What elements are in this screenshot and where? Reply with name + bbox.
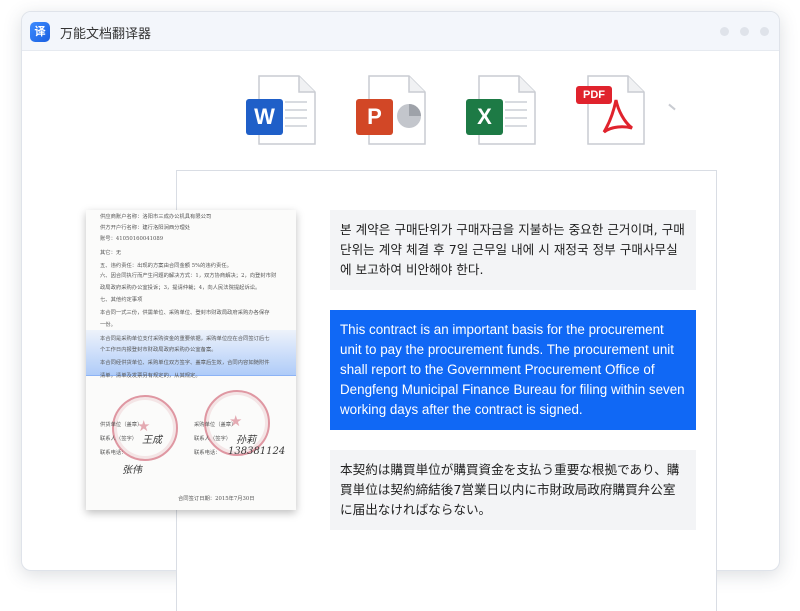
scan-line: 联系人（签字） <box>194 436 232 442</box>
close-button[interactable] <box>760 27 769 36</box>
scan-line: 个工作日内报登封市财政局政府采购办公室备案。 <box>100 347 217 353</box>
scan-line: 供应商账户名称：洛阳市三成办公机具有限公司 <box>100 214 212 220</box>
english-translation-block[interactable]: This contract is an important basis for … <box>330 310 696 430</box>
word-file-icon: W <box>245 66 321 146</box>
pdf-badge: PDF <box>576 86 612 104</box>
scan-line: 本合同一式三份，供需单位、采购单位、登封市财政局政府采购办各保存 <box>100 310 270 316</box>
contract-date: 合同签订日期：2015年7月30日 <box>178 496 255 502</box>
handwritten-signature: 138381124 <box>228 446 286 457</box>
korean-translation-block[interactable]: 본 계약은 구매단위가 구매자금을 지불하는 중요한 근거이며, 구매단위는 계… <box>330 210 696 290</box>
scan-line: 七、其他约定事项 <box>100 297 143 303</box>
app-title: 万能文档翻译器 <box>60 27 152 42</box>
scan-line: 联系电话： <box>100 450 127 456</box>
japanese-translation-block[interactable]: 本契約は購買単位が購買資金を支払う重要な根拠であり、購買単位は契約締結後7営業日… <box>330 450 696 530</box>
handwritten-signature: 孙莉 <box>236 435 256 446</box>
scan-line: 本合同是采购单位支付采购资金的重要依据，采购单位应在合同签订后七 <box>100 336 270 342</box>
scan-line: 采购单位（盖章） <box>194 422 237 428</box>
scan-line: 联系电话： <box>194 450 221 456</box>
word-badge: W <box>246 99 283 135</box>
scan-line: 供货单位（盖章） <box>100 422 143 428</box>
scan-line: 五、违约责任：出现的方案由合同金额 5%的违约责任。 <box>100 263 232 269</box>
scan-line: 供方开户行名称：建行洛阳涧西分理处 <box>100 225 191 231</box>
scan-line: 联系人（签字） <box>100 436 138 442</box>
handwritten-signature: 王成 <box>142 435 162 446</box>
minimize-button[interactable] <box>720 27 729 36</box>
title-bar: 译 万能文档翻译器 <box>22 12 779 51</box>
scan-line: 本合同经供货单位、采购单位双方签字、盖章后生效，合同内容如随附件 <box>100 360 270 366</box>
scanned-document: 供应商账户名称：洛阳市三成办公机具有限公司 供方开户行名称：建行洛阳涧西分理处 … <box>86 210 296 510</box>
scan-line: 政局政府采购办公室投诉；3，提请仲裁；4，向人民法院提起诉讼。 <box>100 285 261 291</box>
maximize-button[interactable] <box>740 27 749 36</box>
scan-line: 清单，清单及发票另有规定的，从其规定。 <box>100 373 201 379</box>
pdf-file-icon: PDF <box>574 66 650 146</box>
ppt-file-icon: P <box>355 66 431 146</box>
scan-line: 一份。 <box>100 322 116 328</box>
app-logo-icon: 译 <box>30 22 50 42</box>
scan-line: 账号：41050160041089 <box>100 236 164 242</box>
scan-line: 其它：无 <box>100 250 122 256</box>
scan-line: 六、因合同执行而产生问题的解决方式：1，双方协商解决；2，向登封市财 <box>100 273 277 279</box>
excel-file-icon: X <box>465 66 541 146</box>
ppt-badge: P <box>356 99 393 135</box>
excel-badge: X <box>466 99 503 135</box>
handwritten-signature: 张伟 <box>122 465 142 476</box>
